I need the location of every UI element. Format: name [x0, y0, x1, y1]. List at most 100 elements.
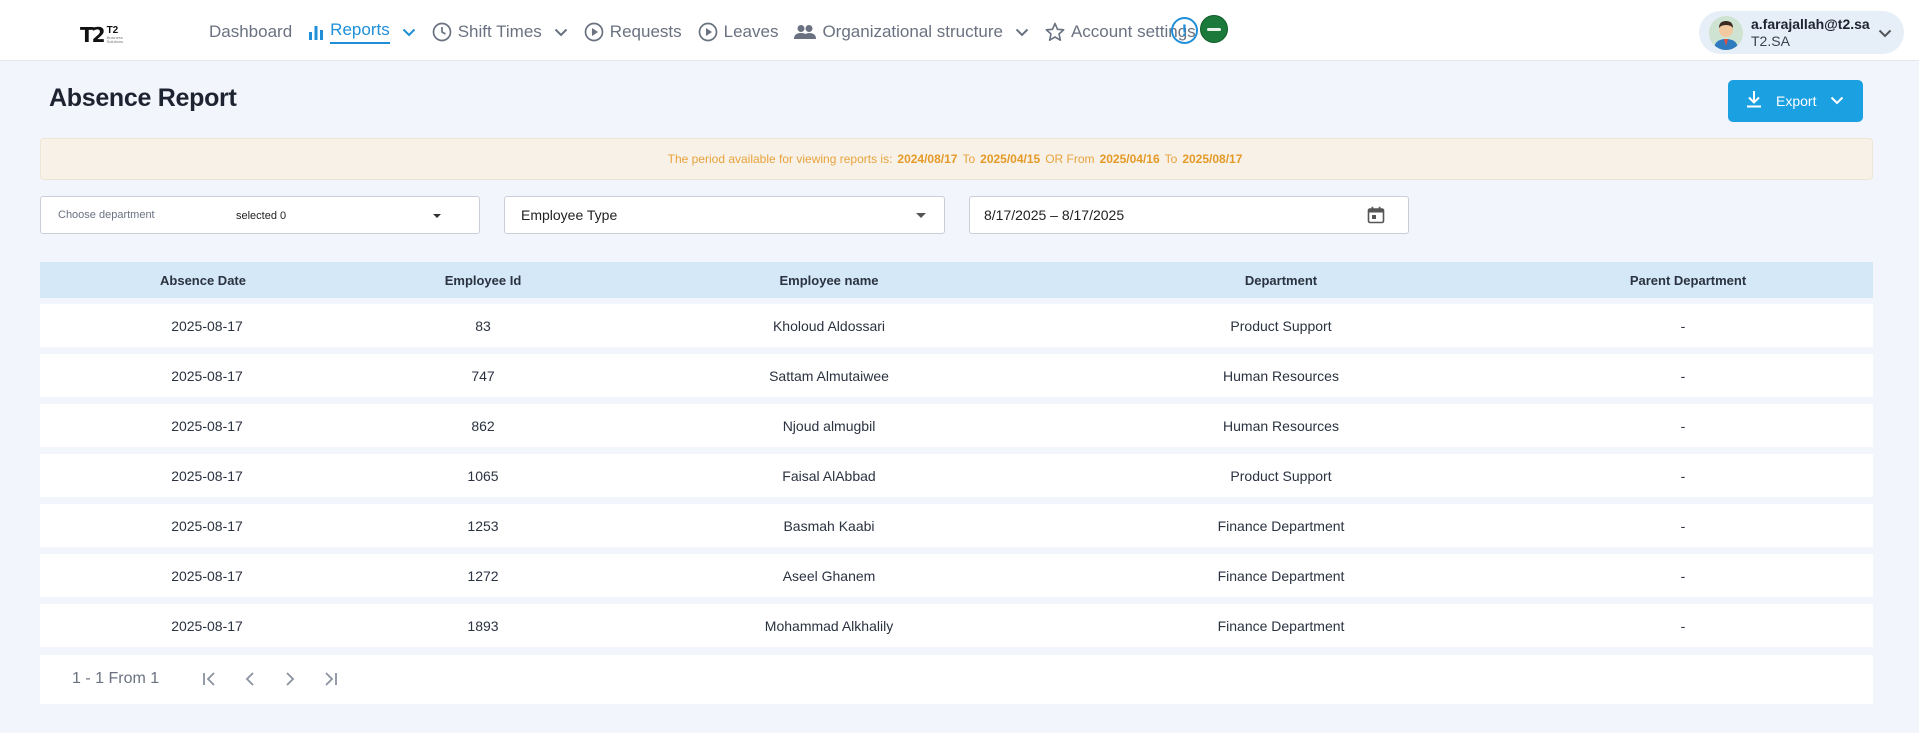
cell-department: Finance Department — [1217, 518, 1345, 534]
cell-parent-department: - — [1680, 368, 1686, 384]
notice-prefix: The period available for viewing reports… — [667, 152, 893, 166]
cell-employee-id: 1065 — [467, 468, 499, 484]
previous-page-icon[interactable] — [241, 670, 259, 693]
calendar-icon[interactable] — [1367, 206, 1385, 229]
chevron-down-icon[interactable] — [554, 28, 568, 37]
date-range-picker[interactable]: 8/17/2025 – 8/17/2025 — [969, 196, 1409, 234]
main-nav: Dashboard Reports Shift Times Requests L… — [209, 16, 1238, 48]
nav-requests-label: Requests — [609, 22, 682, 41]
cell-employee-id: 1893 — [467, 618, 499, 634]
table-row[interactable]: 2025-08-17 1065 Faisal AlAbbad Product S… — [40, 454, 1873, 497]
cell-department: Human Resources — [1223, 368, 1339, 384]
cell-employee-name: Kholoud Aldossari — [772, 318, 886, 334]
nav-organizational-structure[interactable]: Organizational structure — [794, 16, 1029, 48]
cell-department: Product Support — [1230, 318, 1332, 334]
notice-to-date-2: 2025/08/17 — [1182, 152, 1243, 166]
chevron-down-icon — [1830, 92, 1844, 110]
star-icon — [1045, 22, 1065, 42]
avatar — [1709, 15, 1743, 50]
table-row[interactable]: 2025-08-17 1253 Basmah Kaabi Finance Dep… — [40, 504, 1873, 547]
first-page-icon[interactable] — [201, 670, 219, 693]
column-header[interactable]: Employee name — [780, 273, 879, 288]
cell-department: Finance Department — [1217, 618, 1345, 634]
period-notice: The period available for viewing reports… — [40, 138, 1873, 180]
cell-parent-department: - — [1680, 618, 1686, 634]
employee-type-select[interactable]: Employee Type — [504, 196, 945, 234]
last-page-icon[interactable] — [321, 670, 339, 693]
table-header: Absence Date Employee Id Employee name D… — [40, 262, 1873, 298]
logo-mark: T2 — [80, 23, 106, 47]
user-org: T2.SA — [1751, 32, 1790, 49]
table-row[interactable]: 2025-08-17 862 Njoud almugbil Human Reso… — [40, 404, 1873, 447]
nav-leaves-label: Leaves — [723, 22, 779, 41]
table-row[interactable]: 2025-08-17 1272 Aseel Ghanem Finance Dep… — [40, 554, 1873, 597]
table-row[interactable]: 2025-08-17 83 Kholoud Aldossari Product … — [40, 304, 1873, 347]
language-flag-icon[interactable] — [1200, 15, 1228, 43]
cell-department: Product Support — [1230, 468, 1332, 484]
export-label: Export — [1776, 93, 1817, 109]
cell-absence-date: 2025-08-17 — [171, 368, 243, 384]
play-circle-icon — [698, 22, 718, 42]
notice-from-date-2: 2025/04/16 — [1099, 152, 1160, 166]
download-icon — [1746, 90, 1762, 113]
nav-reports[interactable]: Reports — [308, 16, 416, 48]
notice-to-word: To — [962, 152, 976, 166]
cell-employee-name: Njoud almugbil — [782, 418, 876, 434]
cell-employee-name: Sattam Almutaiwee — [769, 368, 889, 384]
cell-absence-date: 2025-08-17 — [171, 568, 243, 584]
nav-shift-times[interactable]: Shift Times — [432, 16, 568, 48]
dropdown-arrow-icon — [433, 214, 441, 218]
nav-leaves[interactable]: Leaves — [698, 16, 779, 48]
cell-employee-id: 83 — [475, 318, 491, 334]
cell-employee-name: Basmah Kaabi — [783, 518, 875, 534]
column-header[interactable]: Parent Department — [1630, 273, 1746, 288]
bar-chart-icon — [308, 24, 324, 41]
pagination: 1 - 1 From 1 — [40, 655, 1873, 704]
cell-parent-department: - — [1680, 318, 1686, 334]
cell-employee-id: 1272 — [467, 568, 499, 584]
cell-absence-date: 2025-08-17 — [171, 618, 243, 634]
notice-to-date-1: 2025/04/15 — [980, 152, 1041, 166]
nav-requests[interactable]: Requests — [584, 16, 682, 48]
cell-employee-id: 1253 — [467, 518, 499, 534]
table-row[interactable]: 2025-08-17 747 Sattam Almutaiwee Human R… — [40, 354, 1873, 397]
cell-employee-id: 747 — [471, 368, 495, 384]
next-page-icon[interactable] — [281, 670, 299, 693]
cell-employee-id: 862 — [471, 418, 495, 434]
cell-absence-date: 2025-08-17 — [171, 518, 243, 534]
cell-department: Finance Department — [1217, 568, 1345, 584]
table-row[interactable]: 2025-08-17 1893 Mohammad Alkhalily Finan… — [40, 604, 1873, 647]
clock-icon — [432, 22, 452, 42]
export-button[interactable]: Export — [1728, 80, 1863, 122]
chevron-down-icon[interactable] — [1015, 28, 1029, 37]
cell-parent-department: - — [1680, 418, 1686, 434]
cell-absence-date: 2025-08-17 — [171, 418, 243, 434]
cell-department: Human Resources — [1223, 418, 1339, 434]
user-email: a.farajallah@t2.sa — [1751, 16, 1870, 33]
column-header[interactable]: Employee Id — [445, 273, 522, 288]
column-header[interactable]: Department — [1245, 273, 1317, 288]
alert-icon[interactable]: ! — [1171, 17, 1198, 44]
chevron-down-icon[interactable] — [1878, 25, 1892, 43]
chevron-down-icon[interactable] — [402, 28, 416, 37]
cell-absence-date: 2025-08-17 — [171, 468, 243, 484]
logo-text-block: T2 Business Solutions — [107, 26, 136, 44]
nav-reports-label: Reports — [330, 20, 390, 44]
notice-or-from: OR From — [1045, 152, 1095, 166]
department-select[interactable]: Choose department selected 0 — [40, 196, 480, 234]
cell-employee-name: Aseel Ghanem — [782, 568, 876, 584]
department-selected-count: selected 0 — [236, 210, 287, 222]
cell-parent-department: - — [1680, 518, 1686, 534]
cell-employee-name: Faisal AlAbbad — [782, 468, 876, 484]
nav-organizational-structure-label: Organizational structure — [822, 22, 1003, 41]
cell-employee-name: Mohammad Alkhalily — [764, 618, 894, 634]
company-logo[interactable]: T2 T2 Business Solutions — [80, 12, 136, 58]
logo-subtext: Business Solutions — [106, 35, 124, 44]
flag-emblem — [1207, 27, 1221, 31]
user-menu[interactable]: a.farajallah@t2.sa T2.SA — [1699, 11, 1904, 54]
people-icon — [794, 24, 817, 40]
department-placeholder: Choose department — [58, 209, 155, 221]
play-circle-icon — [584, 22, 604, 42]
nav-dashboard[interactable]: Dashboard — [209, 16, 292, 48]
column-header[interactable]: Absence Date — [160, 273, 246, 288]
